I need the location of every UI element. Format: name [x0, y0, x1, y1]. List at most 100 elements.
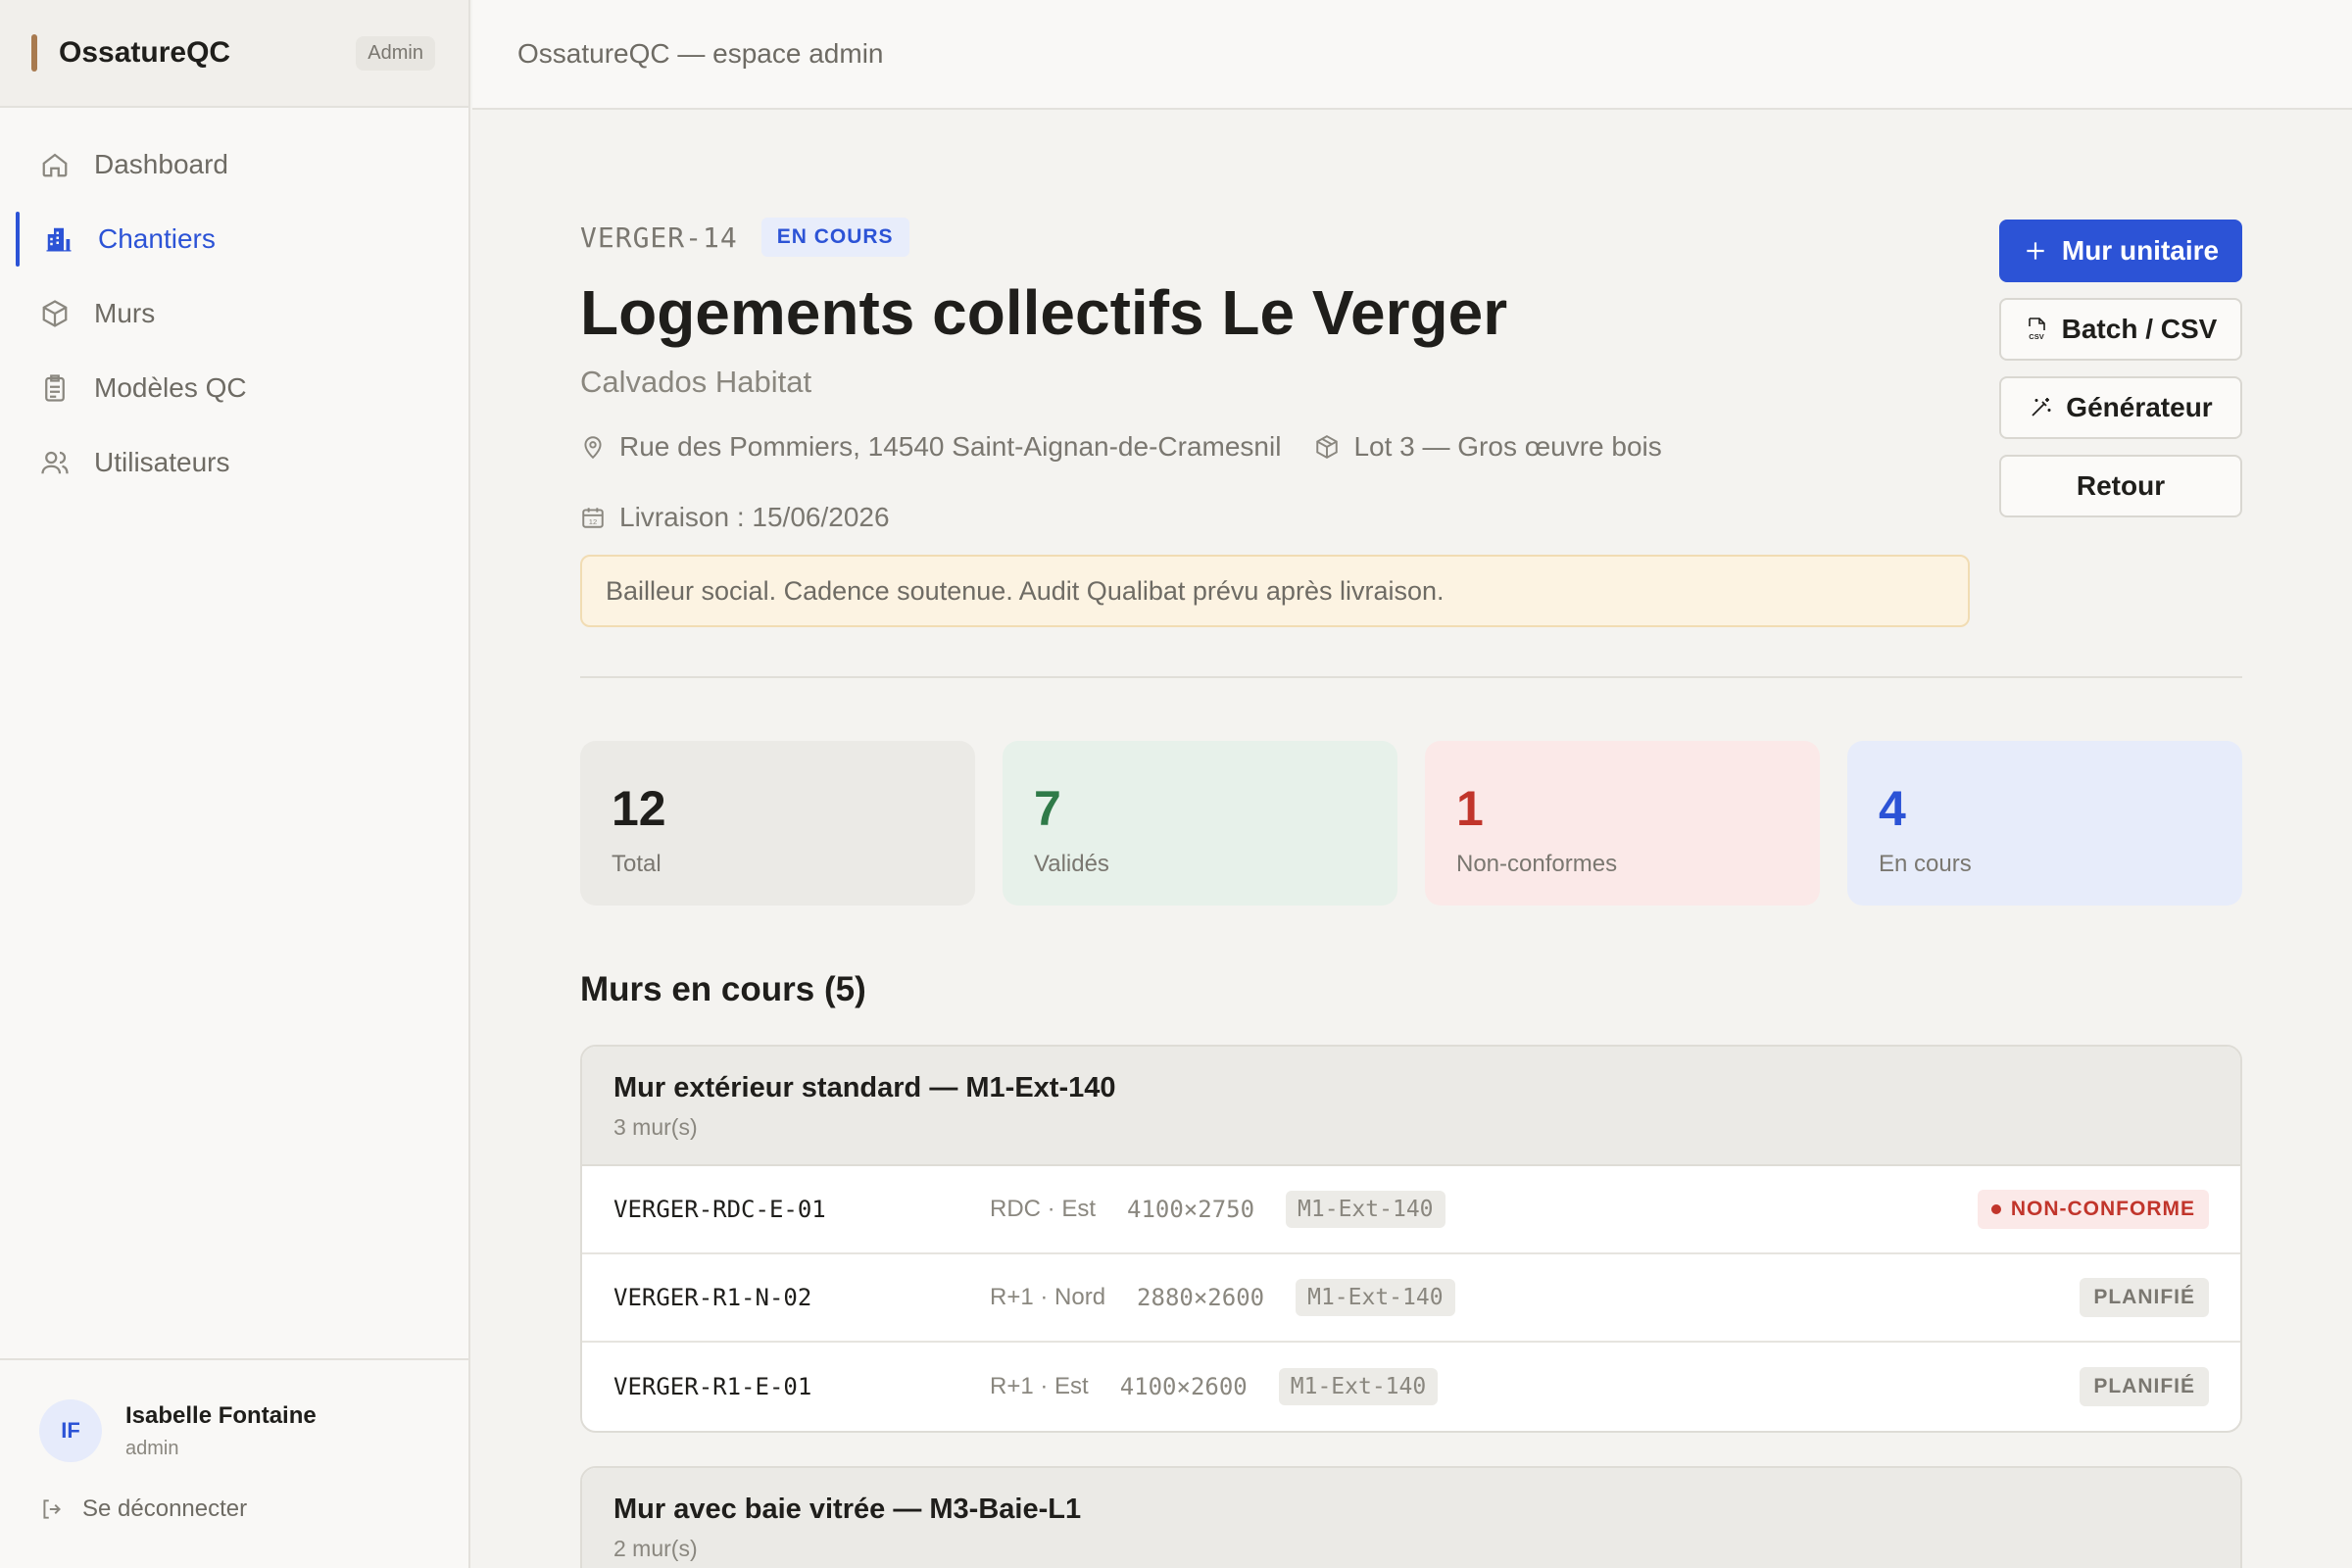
user-role: admin: [125, 1437, 179, 1459]
logout-label: Se déconnecter: [82, 1495, 248, 1522]
clipboard-icon: [39, 372, 71, 404]
sidebar-item-label: Chantiers: [98, 223, 216, 254]
users-icon: [39, 447, 71, 478]
status-badge: NON-CONFORME: [1977, 1190, 2209, 1229]
action-buttons: Mur unitaire CSV Batch / CSV Générateur …: [1999, 220, 2242, 533]
project-lot: Lot 3 — Gros œuvre bois: [1353, 431, 1662, 462]
generator-label: Générateur: [2066, 392, 2213, 422]
user-card: IF Isabelle Fontaine admin: [39, 1399, 429, 1462]
brand-header: OssatureQC Admin: [0, 0, 468, 108]
sidebar-footer: IF Isabelle Fontaine admin Se déconnecte…: [0, 1358, 468, 1568]
status-badge: PLANIFIÉ: [2080, 1278, 2209, 1317]
divider: [580, 676, 2242, 678]
sidebar-item-chantiers[interactable]: Chantiers: [0, 202, 468, 276]
magic-wand-icon: [2029, 396, 2052, 419]
sidebar-item-murs[interactable]: Murs: [0, 276, 468, 351]
add-wall-button[interactable]: Mur unitaire: [1999, 220, 2242, 282]
calendar-icon: 12: [580, 505, 606, 530]
stat-value: 4: [1879, 781, 1906, 836]
home-icon: [39, 149, 71, 180]
batch-csv-button[interactable]: CSV Batch / CSV: [1999, 298, 2242, 361]
wall-model-tag: M1-Ext-140: [1278, 1368, 1439, 1405]
status-badge: EN COURS: [760, 218, 909, 257]
stat-label: En cours: [1879, 851, 1972, 877]
sidebar-item-dashboard[interactable]: Dashboard: [0, 127, 468, 202]
address-item: Rue des Pommiers, 14540 Saint-Aignan-de-…: [580, 431, 1281, 463]
wall-group: Mur avec baie vitrée — M3-Baie-L1 2 mur(…: [580, 1466, 2242, 1568]
project-code-row: VERGER-14 EN COURS: [580, 218, 909, 257]
stat-card-valides: 7 Validés: [1003, 741, 1397, 906]
lot-item: Lot 3 — Gros œuvre bois: [1314, 431, 1662, 463]
stat-card-en-cours: 4 En cours: [1847, 741, 2242, 906]
table-row[interactable]: VERGER-R1-E-01 R+1 · Est 4100×2600 M1-Ex…: [582, 1343, 2240, 1431]
wall-id: VERGER-R1-N-02: [613, 1284, 812, 1311]
user-name: Isabelle Fontaine: [125, 1401, 317, 1429]
sidebar-item-label: Murs: [94, 298, 156, 328]
table-row[interactable]: VERGER-R1-N-02 R+1 · Nord 2880×2600 M1-E…: [582, 1254, 2240, 1343]
stat-label: Non-conformes: [1456, 851, 1618, 877]
wall-group-title: Mur avec baie vitrée — M3-Baie-L1: [613, 1494, 1082, 1525]
stat-card-total: 12 Total: [580, 741, 975, 906]
status-label: NON-CONFORME: [2010, 1198, 2195, 1220]
status-badge: PLANIFIÉ: [2080, 1367, 2209, 1406]
plus-icon: [2023, 238, 2048, 264]
wall-id: VERGER-R1-E-01: [613, 1373, 812, 1400]
sidebar-item-label: Modèles QC: [94, 372, 247, 403]
wall-dimensions: 4100×2600: [1119, 1373, 1248, 1400]
stat-value: 7: [1034, 781, 1061, 836]
main-content: VERGER-14 EN COURS Logements collectifs …: [580, 110, 2242, 1568]
map-pin-icon: [580, 434, 606, 460]
table-row[interactable]: VERGER-RDC-E-01 RDC · Est 4100×2750 M1-E…: [582, 1166, 2240, 1254]
building-icon: [43, 223, 74, 255]
wall-location: RDC · Est: [990, 1196, 1096, 1222]
project-address: Rue des Pommiers, 14540 Saint-Aignan-de-…: [619, 431, 1282, 462]
status-dot-icon: [1990, 1204, 2001, 1214]
app-name[interactable]: OssatureQC: [59, 36, 356, 70]
stat-value: 12: [612, 781, 666, 836]
back-label: Retour: [2076, 470, 2166, 501]
delivery-date: Livraison : 15/06/2026: [619, 502, 890, 532]
stat-label: Validés: [1034, 851, 1109, 877]
wall-location: R+1 · Nord: [990, 1284, 1106, 1310]
wall-group: Mur extérieur standard — M1-Ext-140 3 mu…: [580, 1045, 2242, 1433]
wall-dimensions: 4100×2750: [1127, 1196, 1255, 1223]
stat-label: Total: [612, 851, 662, 877]
stat-card-non-conformes: 1 Non-conformes: [1425, 741, 1820, 906]
brand-accent-bar: [31, 34, 37, 72]
package-icon: [1314, 434, 1340, 460]
wall-location: R+1 · Est: [990, 1373, 1089, 1399]
project-code: VERGER-14: [580, 220, 738, 254]
logout-link[interactable]: Se déconnecter: [39, 1495, 429, 1523]
wall-group-header[interactable]: Mur avec baie vitrée — M3-Baie-L1 2 mur(…: [582, 1468, 2240, 1568]
svg-text:CSV: CSV: [2029, 332, 2043, 341]
svg-text:12: 12: [589, 517, 597, 526]
stats-row: 12 Total 7 Validés 1 Non-conformes 4 En …: [580, 741, 2242, 906]
topbar-title: OssatureQC — espace admin: [517, 38, 884, 69]
wall-id: VERGER-RDC-E-01: [613, 1196, 826, 1223]
sidebar-item-utilisateurs[interactable]: Utilisateurs: [0, 425, 468, 500]
wall-group-header[interactable]: Mur extérieur standard — M1-Ext-140 3 mu…: [582, 1047, 2240, 1166]
generator-button[interactable]: Générateur: [1999, 376, 2242, 439]
top-bar: OssatureQC — espace admin: [472, 0, 2352, 110]
sidebar-item-label: Utilisateurs: [94, 447, 230, 477]
wall-group-title: Mur extérieur standard — M1-Ext-140: [613, 1072, 1116, 1103]
csv-file-icon: CSV: [2025, 317, 2048, 342]
wall-model-tag: M1-Ext-140: [1296, 1279, 1455, 1316]
delivery-item: 12 Livraison : 15/06/2026: [580, 502, 890, 533]
wall-group-count: 2 mur(s): [613, 1536, 698, 1561]
avatar: IF: [39, 1399, 102, 1462]
back-button[interactable]: Retour: [1999, 455, 2242, 517]
client-name: Calvados Habitat: [580, 365, 812, 399]
project-note: Bailleur social. Cadence soutenue. Audit…: [580, 555, 1970, 627]
project-meta: Rue des Pommiers, 14540 Saint-Aignan-de-…: [580, 431, 1695, 463]
section-title: Murs en cours (5): [580, 970, 866, 1008]
wall-dimensions: 2880×2600: [1137, 1284, 1265, 1311]
role-badge: Admin: [356, 35, 435, 71]
sidebar-item-label: Dashboard: [94, 149, 228, 179]
stat-value: 1: [1456, 781, 1484, 836]
wall-group-count: 3 mur(s): [613, 1114, 698, 1140]
sidebar-item-modeles-qc[interactable]: Modèles QC: [0, 351, 468, 425]
sidebar-nav: Dashboard Chantiers Murs Modèles QC Util…: [0, 108, 468, 500]
sidebar: OssatureQC Admin Dashboard Chantiers Mur…: [0, 0, 470, 1568]
page-title: Logements collectifs Le Verger: [580, 277, 1508, 348]
